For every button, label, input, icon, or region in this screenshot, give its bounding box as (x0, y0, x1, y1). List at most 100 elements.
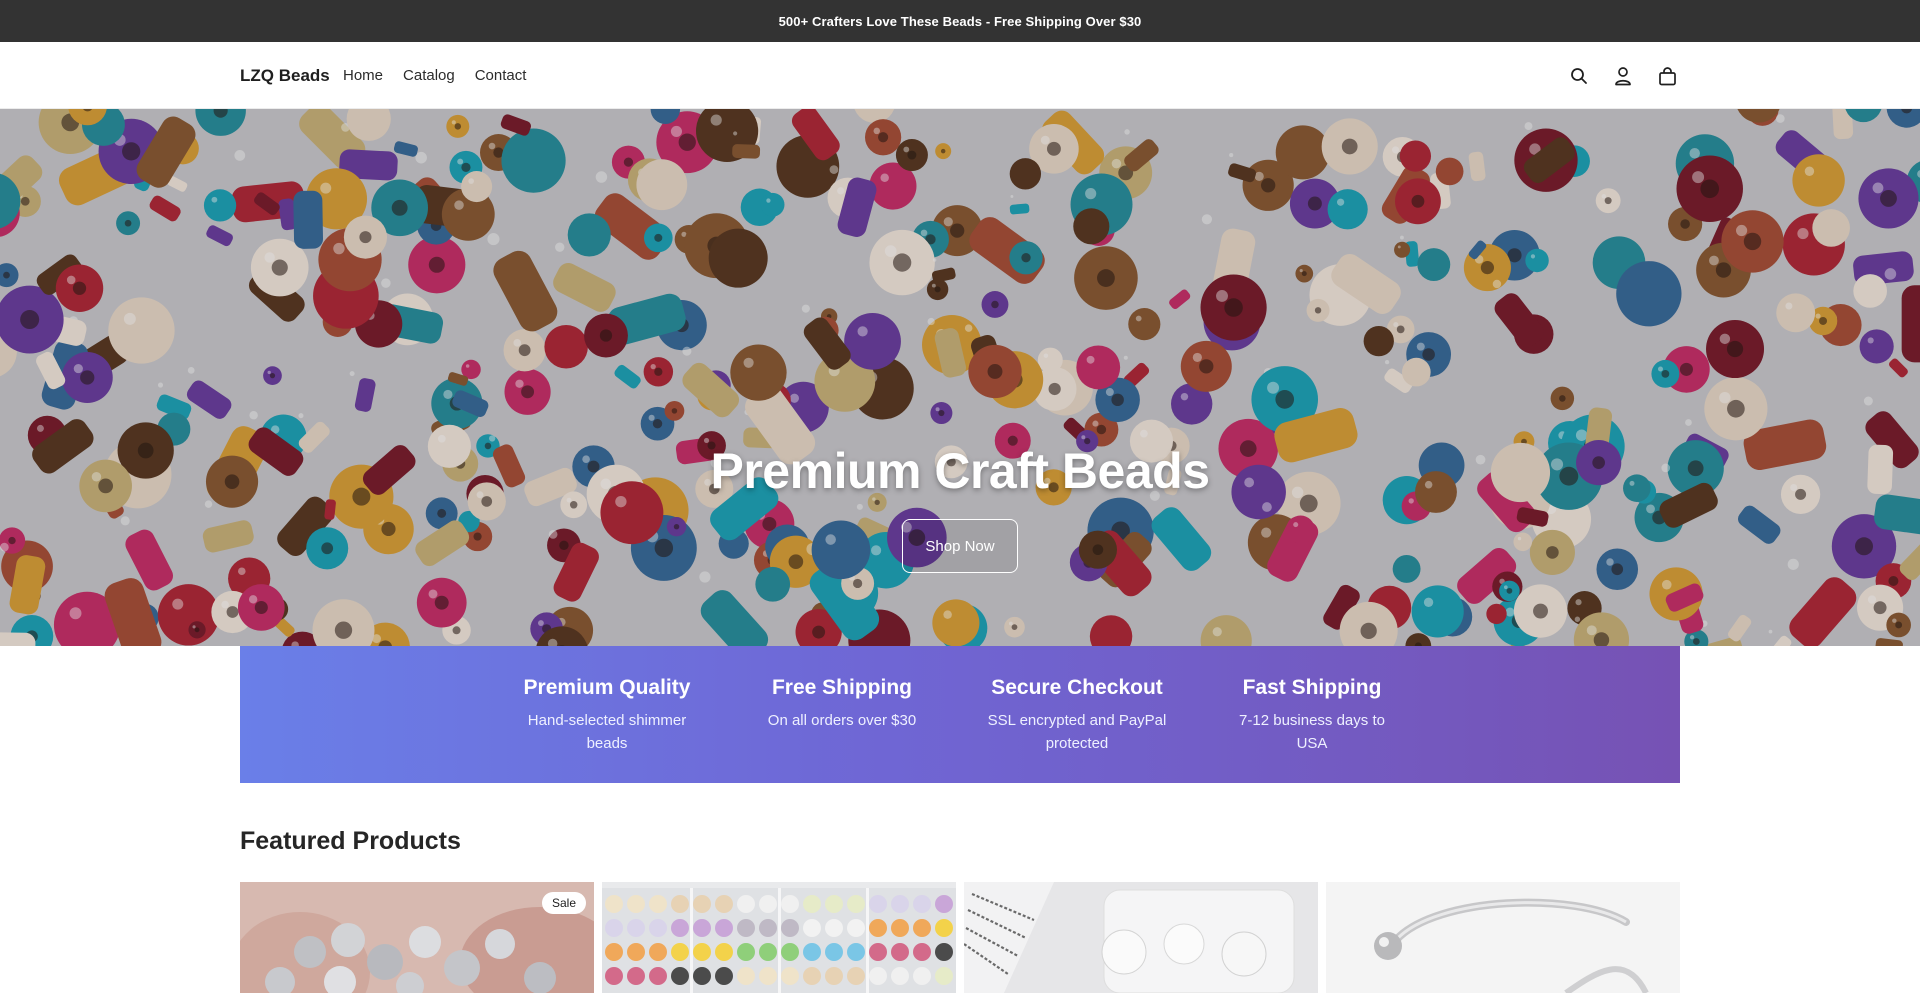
organizer-bead (693, 895, 711, 913)
feature-text: On all orders over $30 (767, 712, 917, 729)
cart-icon[interactable] (1656, 65, 1678, 87)
organizer-bead (649, 895, 667, 913)
organizer-bead (649, 967, 667, 985)
organizer-bead (627, 967, 645, 985)
featured-products-title: Featured Products (240, 827, 461, 855)
feature-free-shipping: Free Shipping On all orders over $30 (742, 676, 942, 732)
organizer-bead (715, 919, 733, 937)
organizer-bead (737, 967, 755, 985)
site-header: LZQ Beads Home Catalog Contact (0, 42, 1920, 109)
organizer-bead (693, 967, 711, 985)
organizer-bead (847, 919, 865, 937)
organizer-bead (627, 943, 645, 961)
nav-contact[interactable]: Contact (475, 67, 527, 84)
main-nav: Home Catalog Contact (343, 67, 526, 84)
organizer-bead (693, 943, 711, 961)
organizer-bead (891, 967, 909, 985)
organizer-bead (847, 967, 865, 985)
feature-title: Free Shipping (771, 676, 912, 699)
organizer-bead (803, 967, 821, 985)
organizer-bead (781, 943, 799, 961)
organizer-bead (913, 967, 931, 985)
organizer-bead (847, 895, 865, 913)
organizer-bead (781, 919, 799, 937)
feature-premium-quality: Premium Quality Hand-selected shimmer be… (507, 676, 707, 755)
organizer-bead (803, 943, 821, 961)
product-image (964, 882, 1318, 993)
store-logo[interactable]: LZQ Beads (240, 66, 330, 86)
organizer-bead (869, 967, 887, 985)
feature-text: SSL encrypted and PayPal protected (987, 712, 1167, 752)
organizer-bead (671, 895, 689, 913)
organizer-bead (781, 967, 799, 985)
feature-title: Secure Checkout (991, 676, 1163, 699)
search-icon[interactable] (1568, 65, 1590, 87)
organizer-bead (759, 919, 777, 937)
product-image (602, 882, 956, 993)
organizer-bead (715, 967, 733, 985)
organizer-bead (759, 895, 777, 913)
organizer-bead (649, 919, 667, 937)
organizer-bead (627, 895, 645, 913)
organizer-bead (825, 919, 843, 937)
nav-home[interactable]: Home (343, 67, 383, 84)
organizer-bead (715, 943, 733, 961)
organizer-bead (715, 895, 733, 913)
organizer-bead (825, 895, 843, 913)
organizer-bead (803, 919, 821, 937)
organizer-bead (671, 967, 689, 985)
organizer-bead (825, 943, 843, 961)
nav-catalog[interactable]: Catalog (403, 67, 455, 84)
organizer-bead (869, 919, 887, 937)
organizer-bead (935, 943, 953, 961)
hero-title: Premium Craft Beads (710, 443, 1211, 499)
organizer-bead (891, 919, 909, 937)
account-icon[interactable] (1612, 65, 1634, 87)
announcement-text: 500+ Crafters Love These Beads - Free Sh… (778, 13, 1142, 29)
organizer-bead (605, 895, 623, 913)
organizer-bead (737, 943, 755, 961)
product-card[interactable] (602, 882, 956, 993)
organizer-bead (891, 943, 909, 961)
sale-badge: Sale (541, 892, 586, 914)
product-card[interactable]: Sale (240, 882, 594, 993)
organizer-bead (605, 943, 623, 961)
feature-title: Premium Quality (523, 676, 691, 699)
product-image (1326, 882, 1680, 993)
announcement-bar: 500+ Crafters Love These Beads - Free Sh… (0, 0, 1920, 42)
organizer-bead (759, 967, 777, 985)
organizer-bead (825, 967, 843, 985)
organizer-bead (869, 943, 887, 961)
organizer-bead (605, 967, 623, 985)
product-card[interactable] (1326, 882, 1680, 993)
organizer-divider (778, 888, 781, 993)
header-icons (1568, 65, 1678, 87)
shop-now-button[interactable]: Shop Now (902, 519, 1018, 573)
organizer-bead (935, 895, 953, 913)
product-image (240, 882, 594, 993)
organizer-bead (605, 919, 623, 937)
organizer-bead (649, 943, 667, 961)
organizer-bead (913, 943, 931, 961)
organizer-bead (935, 919, 953, 937)
features-strip: Premium Quality Hand-selected shimmer be… (240, 646, 1680, 783)
organizer-bead (737, 895, 755, 913)
hero-banner: Premium Craft Beads Shop Now (0, 109, 1920, 646)
organizer-bead (913, 919, 931, 937)
featured-products-grid: Sale (240, 882, 1680, 993)
organizer-bead (935, 967, 953, 985)
organizer-bead (759, 943, 777, 961)
organizer-divider (866, 888, 869, 993)
organizer-bead (627, 919, 645, 937)
product-card[interactable] (964, 882, 1318, 993)
organizer-bead (803, 895, 821, 913)
organizer-bead (891, 895, 909, 913)
feature-text: Hand-selected shimmer beads (527, 712, 687, 752)
organizer-bead (693, 919, 711, 937)
organizer-bead (671, 943, 689, 961)
organizer-bead (671, 919, 689, 937)
feature-secure-checkout: Secure Checkout SSL encrypted and PayPal… (977, 676, 1177, 755)
organizer-bead (869, 895, 887, 913)
organizer-bead (781, 895, 799, 913)
organizer-bead (913, 895, 931, 913)
